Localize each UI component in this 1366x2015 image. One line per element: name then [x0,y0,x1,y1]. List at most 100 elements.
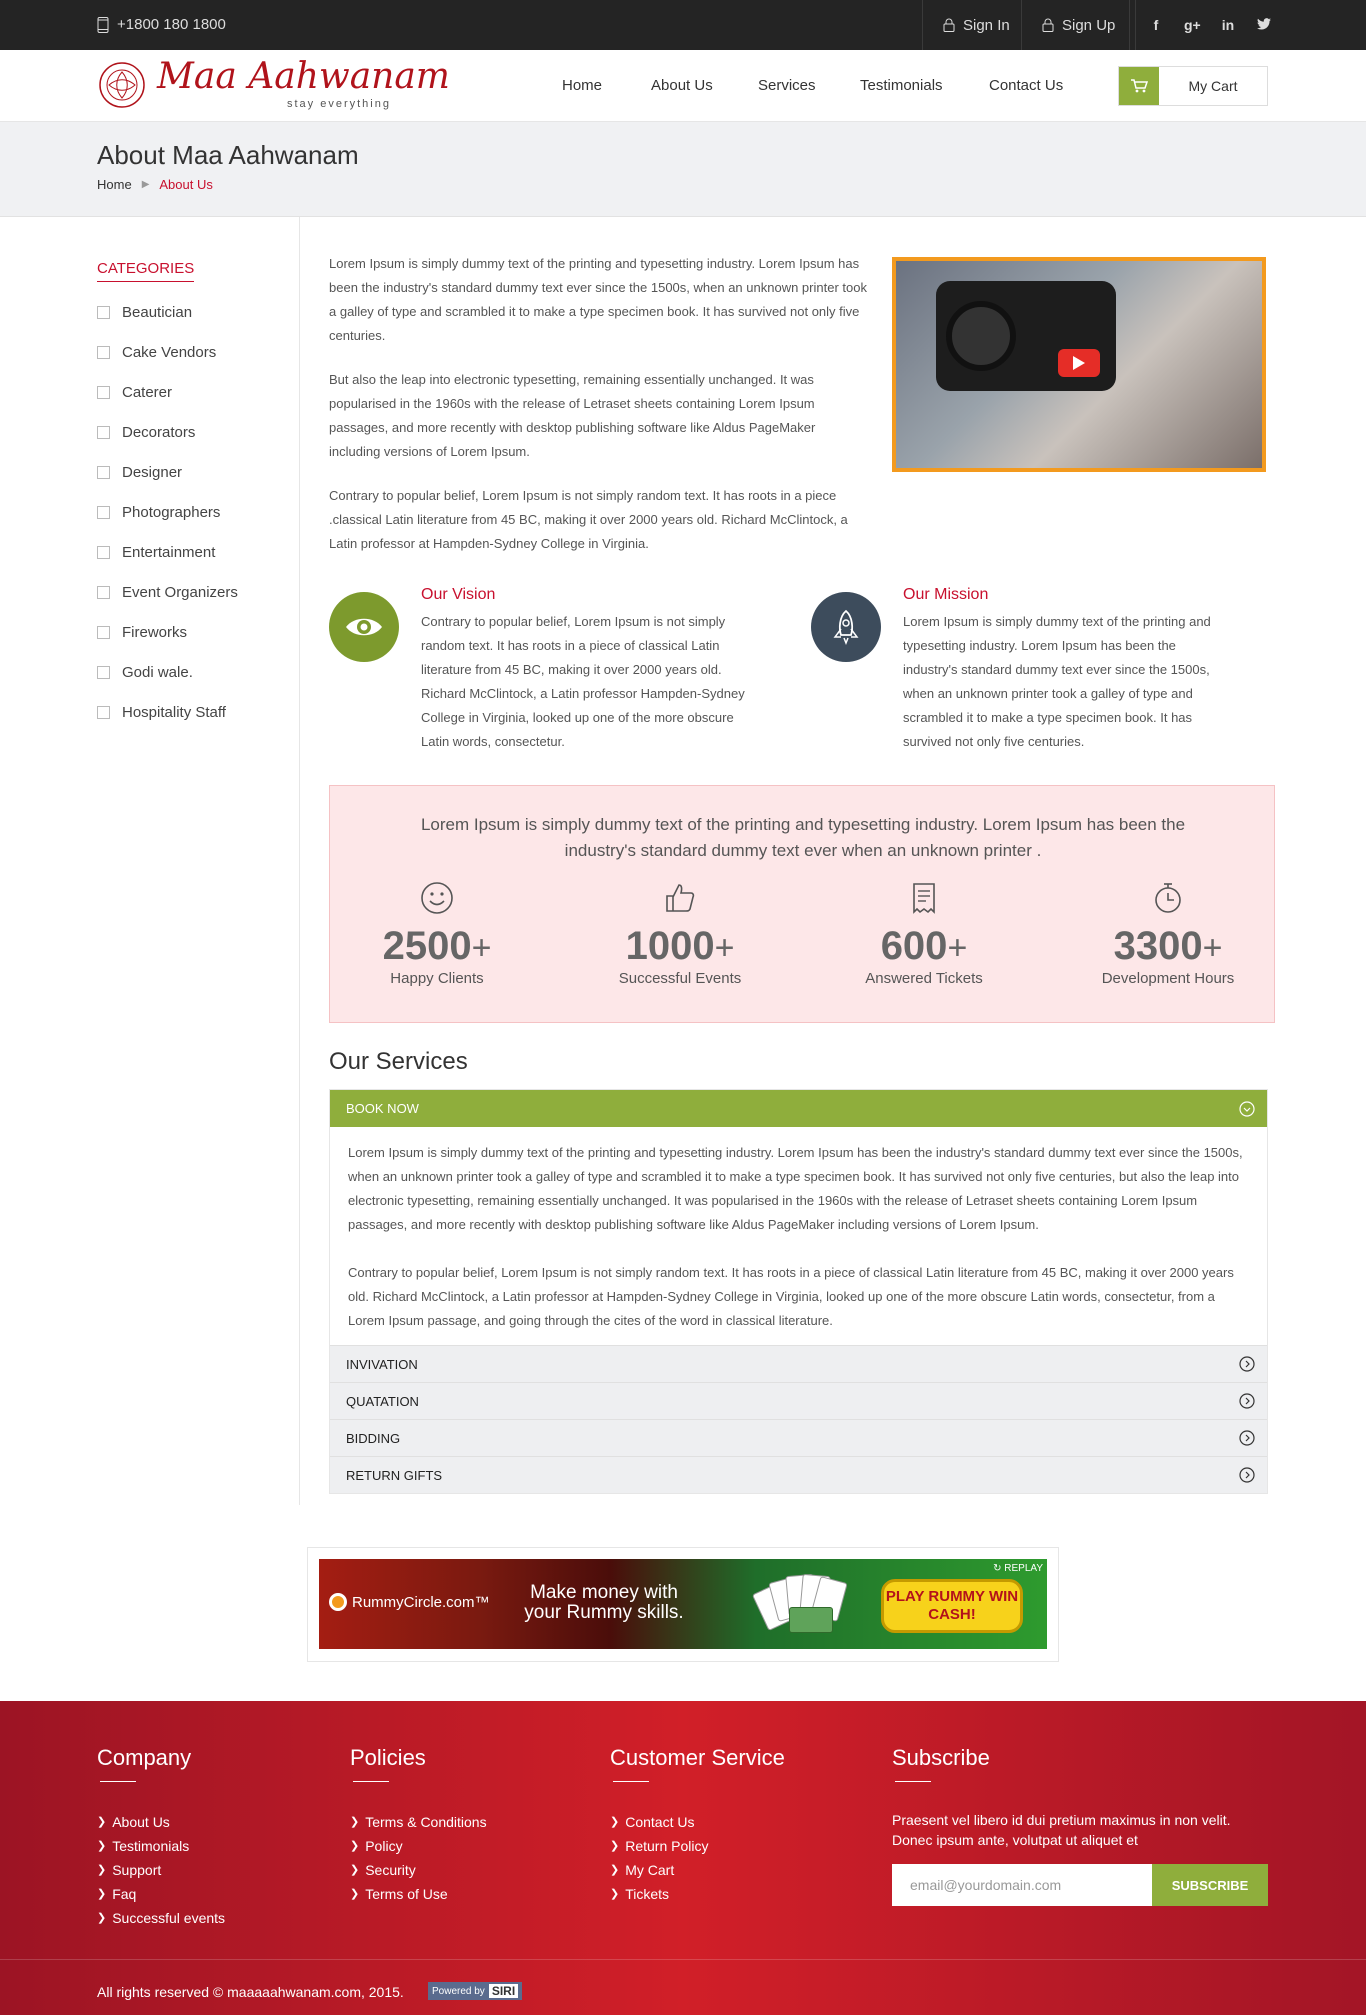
about-intro: Lorem Ipsum is simply dummy text of the … [329,252,869,576]
heading-underline [613,1781,649,1782]
stat-value: 3300 [1113,924,1203,968]
chevron-right-icon: ❯ [350,1840,360,1852]
playing-cards-icon [751,1573,859,1637]
footer-subscribe: Subscribe Praesent vel libero id dui pre… [892,1745,1268,1906]
accordion-header-book-now[interactable]: BOOK NOW [330,1090,1267,1127]
mission-title: Our Mission [903,586,989,603]
powered-by-badge[interactable]: Powered by SIRI [428,1982,523,2000]
play-button-icon[interactable] [1058,349,1100,377]
footer-link-label: Contact Us [625,1814,695,1830]
footer-link[interactable]: ❯ Tickets [610,1882,785,1906]
checkbox[interactable] [97,465,110,479]
ad-replay-button[interactable]: ↻ REPLAY [993,1563,1043,1574]
ad-replay-label: REPLAY [1004,1563,1043,1574]
accordion-header-bidding[interactable]: BIDDING [330,1419,1267,1456]
cart-icon [1119,67,1159,105]
categories-sidebar: CATEGORIES Beautician Cake Vendors Cater… [97,260,287,732]
rummycircle-logo-icon [329,1593,347,1611]
sign-up-link[interactable]: Sign Up [1021,0,1137,50]
checkbox[interactable] [97,585,110,599]
breadcrumb-home[interactable]: Home [97,177,132,192]
category-item[interactable]: Godi wale. [97,652,287,692]
chevron-right-icon: ❯ [350,1864,360,1876]
footer-customer-service: Customer Service ❯ Contact Us ❯ Return Pol… [610,1745,785,1906]
nav-testimonials[interactable]: Testimonials [860,77,943,94]
site-logo[interactable]: Maa Aahwanam stay everything [97,56,450,114]
footer-link[interactable]: ❯ Return Policy [610,1834,785,1858]
accordion-header-return-gifts[interactable]: RETURN GIFTS [330,1456,1267,1493]
accordion-label: BIDDING [346,1430,401,1446]
chevron-down-circle-icon [1239,1100,1255,1117]
phone-number: +1800 180 1800 [117,16,226,33]
stat-label: Development Hours [1101,970,1235,987]
accordion-label: RETURN GIFTS [346,1467,443,1483]
category-item[interactable]: Cake Vendors [97,332,287,372]
category-label: Designer [122,463,183,481]
category-item[interactable]: Beautician [97,292,287,332]
video-thumbnail-lens [946,301,1016,371]
footer-link[interactable]: ❯ Contact Us [610,1810,785,1834]
footer-link[interactable]: ❯ About Us [97,1810,225,1834]
category-item[interactable]: Caterer [97,372,287,412]
category-label: Caterer [122,383,173,401]
chevron-right-icon: ❯ [610,1840,620,1852]
linkedin-icon[interactable]: in [1220,17,1236,33]
footer-company: Company ❯ About Us ❯ Testimonials ❯ Support… [97,1745,225,1930]
footer-link[interactable]: ❯ Security [350,1858,487,1882]
category-item[interactable]: Photographers [97,492,287,532]
category-item[interactable]: Hospitality Staff [97,692,287,732]
footer-link[interactable]: ❯ Faq [97,1882,225,1906]
nav-home[interactable]: Home [562,77,602,94]
category-item[interactable]: Designer [97,452,287,492]
intro-paragraph: Lorem Ipsum is simply dummy text of the … [329,256,867,343]
accordion-header-quatation[interactable]: QUATATION [330,1382,1267,1419]
facebook-icon[interactable]: f [1148,17,1164,33]
email-input[interactable]: email@yourdomain.com [892,1864,1152,1906]
checkbox[interactable] [97,505,110,519]
ad-cta-button[interactable]: PLAY RUMMY WIN CASH! [881,1579,1023,1633]
checkbox[interactable] [97,545,110,559]
checkbox[interactable] [97,625,110,639]
footer-link[interactable]: ❯ Testimonials [97,1834,225,1858]
subscribe-button[interactable]: SUBSCRIBE [1152,1864,1268,1906]
video-player[interactable] [892,257,1266,472]
powered-by-brand: SIRI [488,1984,519,1998]
category-item[interactable]: Entertainment [97,532,287,572]
ad-creative[interactable]: RummyCircle.com™ Make money with your Ru… [319,1559,1047,1649]
nav-contact-us[interactable]: Contact Us [989,77,1063,94]
chevron-right-icon: ❯ [350,1888,360,1900]
stat-successful-events: 1000+ Successful Events [580,881,780,987]
footer-link[interactable]: ❯ Policy [350,1834,487,1858]
accordion-header-invivation[interactable]: INVIVATION [330,1345,1267,1382]
footer-link-label: Tickets [625,1886,670,1902]
footer-link-label: Testimonials [112,1838,190,1854]
chevron-right-icon: ❯ [97,1912,107,1924]
chevron-right-icon: ▶ [141,179,150,190]
google-plus-icon[interactable]: g+ [1184,17,1201,33]
footer-link[interactable]: ❯ Successful events [97,1906,225,1930]
footer-link[interactable]: ❯ Support [97,1858,225,1882]
checkbox[interactable] [97,425,110,439]
sign-in-link[interactable]: Sign In [922,0,1030,50]
nav-services[interactable]: Services [758,77,816,94]
nav-about-us[interactable]: About Us [651,77,713,94]
category-item[interactable]: Event Organizers [97,572,287,612]
chevron-right-icon: ❯ [350,1816,360,1828]
twitter-icon[interactable] [1256,17,1272,33]
receipt-icon [913,883,935,914]
category-item[interactable]: Decorators [97,412,287,452]
footer-link[interactable]: ❯ Terms of Use [350,1882,487,1906]
social-links: f g+ in [1129,0,1272,50]
chevron-right-icon: ❯ [97,1888,107,1900]
chevron-right-icon: ❯ [610,1888,620,1900]
checkbox[interactable] [97,705,110,719]
my-cart-button[interactable]: My Cart [1118,66,1268,106]
powered-by-label: Powered by [432,1985,485,1997]
footer-link[interactable]: ❯ Terms & Conditions [350,1810,487,1834]
footer-link[interactable]: ❯ My Cart [610,1858,785,1882]
checkbox[interactable] [97,345,110,359]
checkbox[interactable] [97,665,110,679]
checkbox[interactable] [97,385,110,399]
checkbox[interactable] [97,305,110,319]
category-item[interactable]: Fireworks [97,612,287,652]
